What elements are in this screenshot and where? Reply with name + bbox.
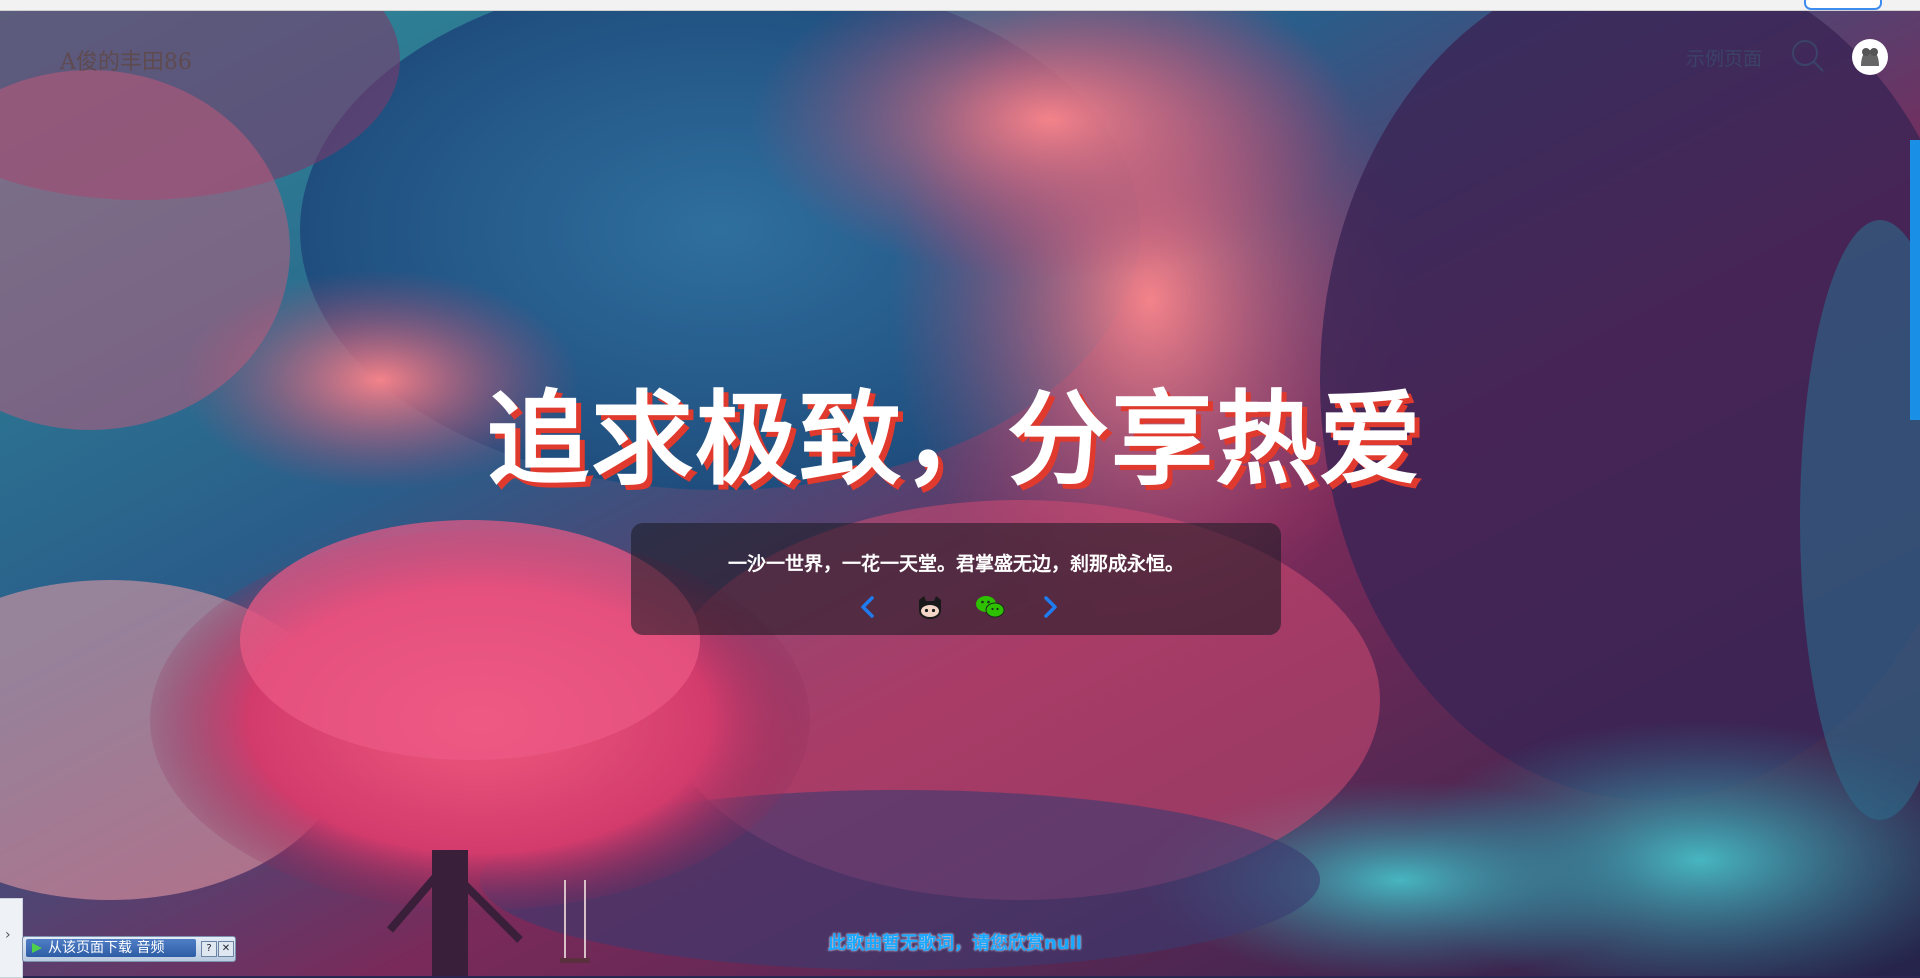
avatar-icon	[1853, 40, 1887, 74]
scrollbar-indicator[interactable]	[1910, 140, 1920, 420]
close-icon[interactable]: ✕	[218, 941, 234, 957]
download-bar: 从该页面下载 音频 ? ✕	[22, 936, 236, 962]
chevron-right-small-icon: ›	[5, 927, 11, 943]
hero-headline: 追求极致，分享热爱	[487, 381, 1423, 500]
help-icon[interactable]: ?	[201, 941, 217, 957]
music-lyrics: 此歌曲暂无歌词，请您欣赏null	[828, 933, 1082, 954]
site-title[interactable]: A俊的丰田86	[60, 44, 192, 76]
hero-quote: 一沙一世界，一花一天堂。君掌盛无边，刹那成永恒。	[727, 553, 1184, 575]
browser-pill-button[interactable]	[1804, 0, 1882, 10]
quote-card: 一沙一世界，一花一天堂。君掌盛无边，刹那成永恒。	[631, 523, 1281, 635]
chevron-right-icon[interactable]	[1034, 591, 1066, 623]
chevron-left-icon[interactable]	[852, 591, 884, 623]
avatar[interactable]	[1852, 39, 1888, 75]
github-icon[interactable]	[914, 591, 946, 623]
nav-link-sample-page[interactable]: 示例页面	[1686, 44, 1762, 71]
wechat-icon[interactable]	[974, 591, 1006, 623]
download-audio-button[interactable]: 从该页面下载 音频	[26, 939, 196, 957]
browser-top-strip	[0, 0, 1920, 11]
player-side-tab[interactable]: ›	[0, 898, 23, 978]
search-icon[interactable]	[1790, 38, 1826, 74]
